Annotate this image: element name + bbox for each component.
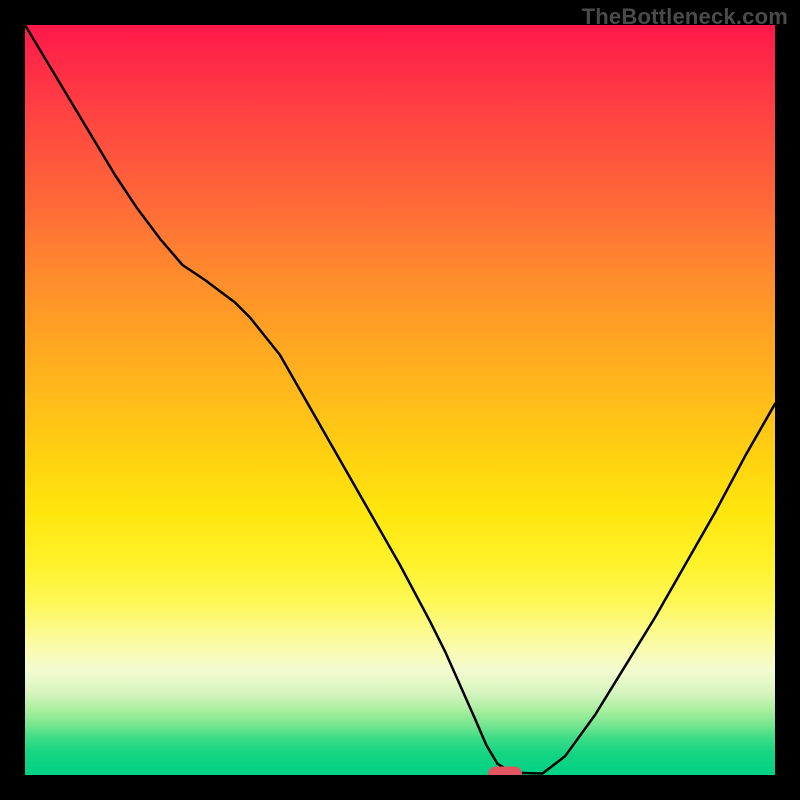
watermark-text: TheBottleneck.com <box>582 4 788 30</box>
bottleneck-curve <box>25 25 775 775</box>
optimal-point-marker <box>488 766 522 775</box>
chart-canvas: TheBottleneck.com <box>0 0 800 800</box>
plot-area <box>25 25 775 775</box>
